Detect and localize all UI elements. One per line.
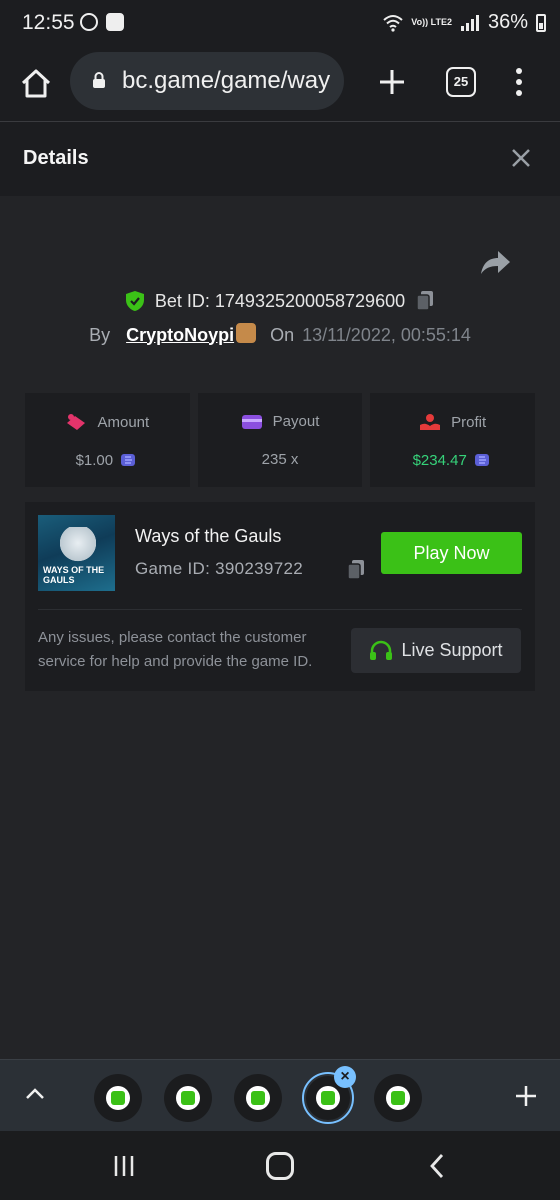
profit-value: $234.47 bbox=[412, 451, 467, 469]
new-tab-plus-icon[interactable] bbox=[376, 66, 408, 98]
live-support-label: Live Support bbox=[401, 640, 503, 660]
details-title: Details bbox=[23, 147, 89, 169]
on-label: On bbox=[270, 324, 295, 345]
chevron-up-icon[interactable] bbox=[24, 1085, 46, 1101]
coin-icon bbox=[121, 454, 136, 466]
user-avatar bbox=[236, 323, 257, 343]
bc-game-icon bbox=[316, 1086, 340, 1110]
back-icon[interactable] bbox=[428, 1152, 446, 1180]
payout-label: Payout bbox=[272, 413, 320, 430]
support-notice: Any issues, please contact the customer … bbox=[38, 629, 313, 670]
copy-icon[interactable] bbox=[415, 290, 435, 312]
bet-stats: Amount $1.00 Payout 235 x Profit $234.47 bbox=[25, 393, 536, 487]
tab-thumbnail[interactable] bbox=[374, 1074, 422, 1122]
amount-icon bbox=[67, 414, 86, 430]
close-tab-icon[interactable]: × bbox=[334, 1066, 356, 1088]
tab-strip: × bbox=[0, 1059, 560, 1131]
network-label: Vo)) LTE2 bbox=[411, 17, 452, 27]
amount-label: Amount bbox=[97, 413, 150, 431]
game-id: Game ID: 390239722 bbox=[135, 559, 303, 578]
payout-icon bbox=[241, 414, 262, 429]
coin-icon bbox=[474, 454, 489, 466]
profit-icon bbox=[420, 414, 441, 430]
fingerprint-icon bbox=[80, 13, 98, 31]
game-thumbnail[interactable]: WAYS OF THE GAULS bbox=[38, 515, 115, 591]
bc-game-icon bbox=[386, 1086, 410, 1110]
share-icon[interactable] bbox=[478, 248, 512, 278]
home-nav-icon[interactable] bbox=[266, 1152, 294, 1180]
app-notification-icon bbox=[106, 13, 124, 31]
headset-icon bbox=[370, 640, 393, 660]
status-time: 12:55 bbox=[22, 11, 75, 34]
copy-icon[interactable] bbox=[346, 559, 366, 581]
system-nav-bar bbox=[0, 1131, 560, 1200]
game-card: WAYS OF THE GAULS Ways of the Gauls Game… bbox=[25, 502, 535, 691]
status-bar: 12:55 Vo)) LTE2 36% bbox=[0, 0, 560, 46]
recent-apps-icon[interactable] bbox=[112, 1154, 136, 1178]
amount-value: $1.00 bbox=[75, 451, 114, 469]
browser-toolbar: bc.game/game/way 25 bbox=[0, 46, 560, 122]
profit-stat: Profit $234.47 bbox=[370, 393, 536, 487]
payout-stat: Payout 235 x bbox=[197, 393, 363, 487]
close-icon[interactable] bbox=[510, 147, 532, 169]
tab-count-button[interactable]: 25 bbox=[446, 67, 476, 97]
divider bbox=[38, 609, 522, 610]
play-now-button[interactable]: Play Now bbox=[381, 532, 522, 574]
by-label: By bbox=[89, 324, 111, 345]
status-right: Vo)) LTE2 36% bbox=[383, 11, 546, 34]
battery-percent: 36% bbox=[487, 11, 528, 33]
battery-icon bbox=[536, 13, 546, 32]
signal-icon bbox=[460, 14, 479, 31]
bet-datetime: 13/11/2022, 00:55:14 bbox=[302, 324, 471, 345]
payout-value: 235 x bbox=[261, 451, 299, 468]
tab-thumbnail[interactable] bbox=[94, 1074, 142, 1122]
bc-game-icon bbox=[176, 1086, 200, 1110]
bet-id-row: Bet ID: 1749325200058729600 bbox=[0, 288, 560, 314]
status-notification-icons bbox=[80, 13, 124, 31]
details-header: Details bbox=[0, 122, 560, 196]
bet-id: Bet ID: 1749325200058729600 bbox=[154, 290, 406, 311]
tab-thumbnail[interactable] bbox=[234, 1074, 282, 1122]
bc-game-icon bbox=[106, 1086, 130, 1110]
plus-icon[interactable] bbox=[514, 1084, 538, 1108]
username-link[interactable]: CryptoNoypi bbox=[126, 325, 234, 346]
home-icon[interactable] bbox=[16, 64, 56, 104]
amount-stat: Amount $1.00 bbox=[25, 393, 190, 487]
profit-label: Profit bbox=[451, 413, 487, 431]
tab-thumbnail[interactable] bbox=[164, 1074, 212, 1122]
menu-icon[interactable] bbox=[510, 66, 528, 98]
game-thumbnail-logo: WAYS OF THE GAULS bbox=[43, 565, 105, 585]
bet-author-row: By CryptoNoypi On 13/11/2022, 00:55:14 bbox=[0, 322, 560, 348]
live-support-button[interactable]: Live Support bbox=[351, 628, 521, 673]
url-text: bc.game/game/way bbox=[122, 67, 331, 94]
bc-game-icon bbox=[246, 1086, 270, 1110]
shield-icon bbox=[125, 291, 144, 311]
url-bar[interactable]: bc.game/game/way bbox=[70, 52, 344, 110]
lock-icon bbox=[93, 72, 105, 88]
wifi-icon bbox=[383, 14, 403, 32]
game-name: Ways of the Gauls bbox=[135, 526, 282, 546]
